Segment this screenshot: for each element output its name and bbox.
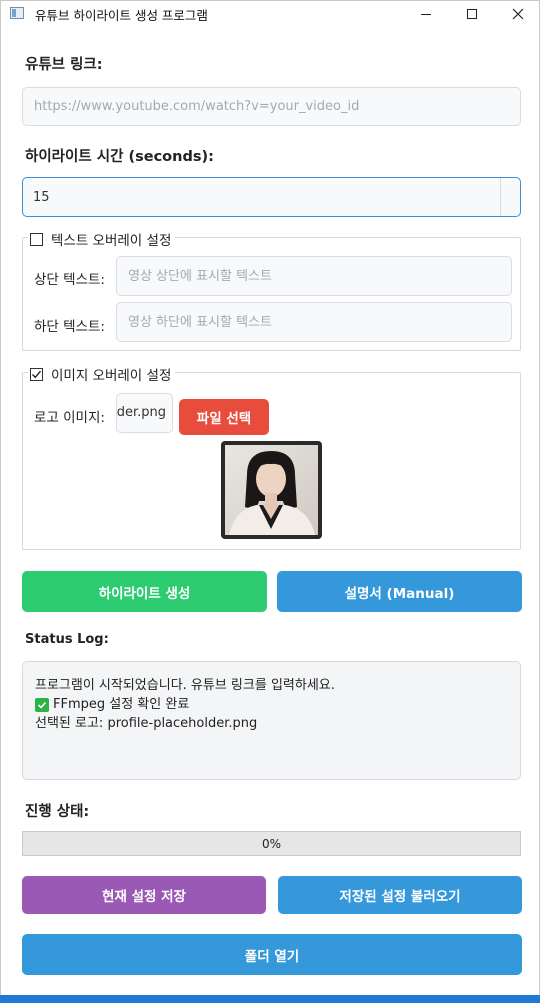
log-line: 선택된 로고: profile-placeholder.png xyxy=(35,716,258,731)
open-folder-button[interactable]: 폴더 열기 xyxy=(22,934,522,975)
youtube-link-input[interactable] xyxy=(22,87,521,126)
status-log[interactable]: 프로그램이 시작되었습니다. 유튜브 링크를 입력하세요. FFmpeg 설정 … xyxy=(22,661,521,780)
logo-image-label: 로고 이미지: xyxy=(34,410,105,426)
progress-label: 진행 상태: xyxy=(25,804,90,820)
logo-preview xyxy=(221,441,322,539)
maximize-icon xyxy=(467,9,477,19)
green-check-icon xyxy=(35,697,49,712)
image-overlay-toggle[interactable]: 이미지 오버레이 설정 xyxy=(28,364,176,384)
load-settings-button[interactable]: 저장된 설정 불러오기 xyxy=(278,876,522,914)
text-overlay-title: 텍스트 오버레이 설정 xyxy=(51,233,172,249)
status-log-label: Status Log: xyxy=(25,632,109,647)
log-line: 프로그램이 시작되었습니다. 유튜브 링크를 입력하세요. xyxy=(35,678,335,693)
select-file-button[interactable]: 파일 선택 xyxy=(179,399,269,435)
logo-preview-image xyxy=(225,445,318,535)
maximize-button[interactable] xyxy=(449,1,495,27)
bottom-text-label: 하단 텍스트: xyxy=(34,319,105,335)
bottom-text-input[interactable] xyxy=(116,302,512,342)
window-icon xyxy=(10,7,24,19)
youtube-link-label: 유튜브 링크: xyxy=(25,57,103,73)
duration-label: 하이라이트 시간 (seconds): xyxy=(25,149,214,165)
duration-spinbox[interactable]: 15 xyxy=(22,177,521,217)
checkmark-icon xyxy=(32,370,42,378)
image-overlay-checkbox[interactable] xyxy=(30,367,43,381)
logo-path-field[interactable]: profile-placeholder.png xyxy=(116,393,173,433)
text-overlay-toggle[interactable]: 텍스트 오버레이 설정 xyxy=(28,229,176,249)
text-overlay-checkbox[interactable] xyxy=(30,232,43,246)
image-overlay-title: 이미지 오버레이 설정 xyxy=(51,368,172,384)
log-line-text: FFmpeg 설정 확인 완료 xyxy=(53,697,190,712)
window-title: 유튜브 하이라이트 생성 프로그램 xyxy=(35,8,208,23)
duration-value: 15 xyxy=(33,190,50,205)
progress-text: 0% xyxy=(261,836,282,851)
close-button[interactable] xyxy=(495,1,540,27)
progress-bar: 0% xyxy=(22,831,521,856)
minimize-icon xyxy=(421,13,431,15)
spin-up-button[interactable] xyxy=(501,178,521,197)
app-window: 유튜브 하이라이트 생성 프로그램 유튜브 링크: 하이라이트 시간 (seco… xyxy=(0,0,540,1003)
logo-path-value: profile-placeholder.png xyxy=(116,405,166,420)
close-icon xyxy=(512,8,524,20)
title-bar: 유튜브 하이라이트 생성 프로그램 xyxy=(1,1,539,27)
taskbar-strip xyxy=(0,995,540,1003)
minimize-button[interactable] xyxy=(403,1,449,27)
save-settings-button[interactable]: 현재 설정 저장 xyxy=(22,876,266,914)
top-text-label: 상단 텍스트: xyxy=(34,272,105,288)
spin-down-button[interactable] xyxy=(501,197,521,216)
manual-button[interactable]: 설명서 (Manual) xyxy=(277,571,522,612)
generate-highlight-button[interactable]: 하이라이트 생성 xyxy=(22,571,267,612)
log-line: FFmpeg 설정 확인 완료 xyxy=(35,695,508,714)
top-text-input[interactable] xyxy=(116,256,512,296)
